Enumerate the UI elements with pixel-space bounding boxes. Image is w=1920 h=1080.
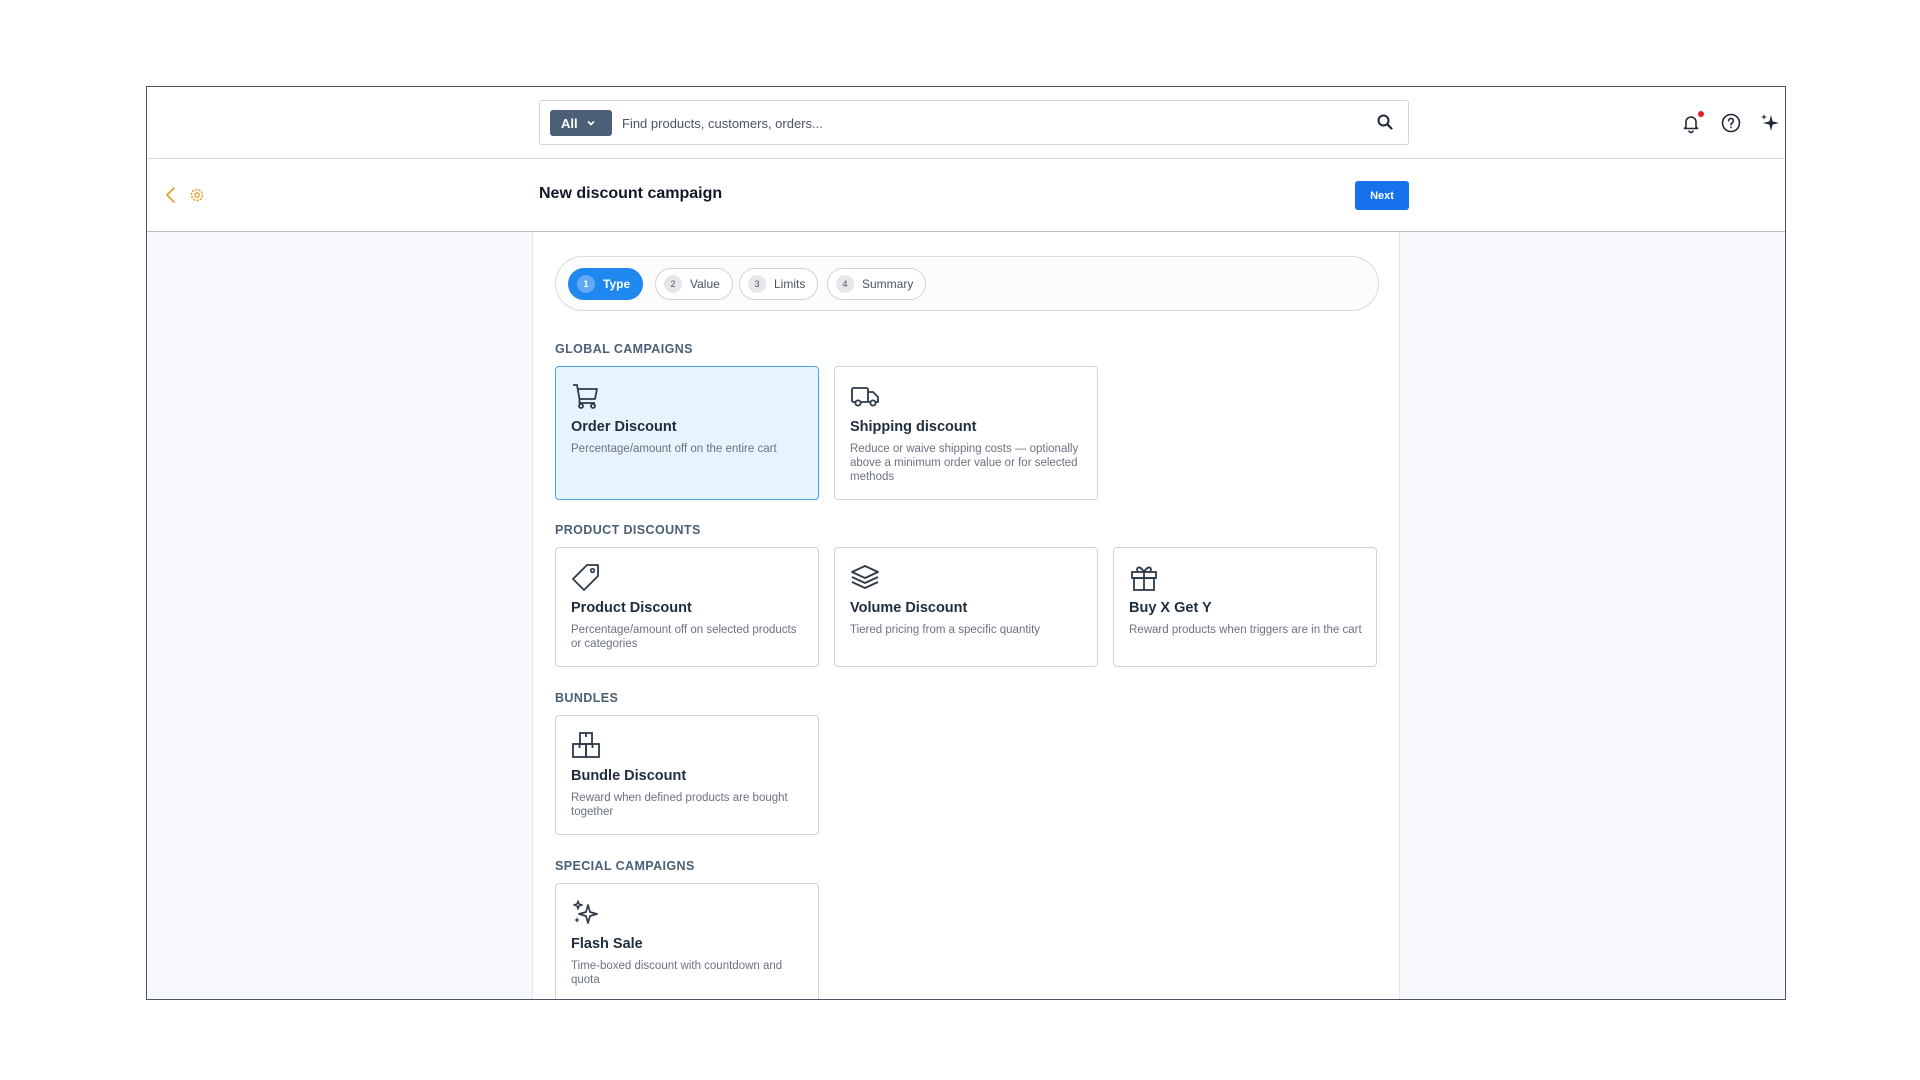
- step-label: Value: [690, 277, 720, 291]
- step-number: 3: [748, 275, 766, 293]
- search-input[interactable]: [622, 109, 1322, 137]
- card-title: Flash Sale: [571, 936, 643, 952]
- card-title: Volume Discount: [850, 600, 968, 616]
- step-number: 2: [664, 275, 682, 293]
- layers-icon: [851, 565, 879, 589]
- boxes-icon: [572, 732, 600, 758]
- cart-icon: [573, 384, 598, 409]
- card-title: Shipping discount: [850, 419, 977, 435]
- global-search: All: [539, 100, 1409, 145]
- search-icon[interactable]: [1376, 113, 1394, 131]
- step-limits[interactable]: 3 Limits: [739, 268, 819, 300]
- notification-badge: [1698, 111, 1704, 117]
- section-global-campaigns: GLOBAL CAMPAIGNS: [555, 342, 693, 356]
- gift-icon: [1131, 566, 1157, 591]
- ai-sparkle-icon[interactable]: [1759, 112, 1781, 134]
- search-scope-label: All: [561, 115, 578, 131]
- step-type[interactable]: 1 Type: [568, 268, 644, 300]
- card-order-discount[interactable]: Order Discount Percentage/amount off on …: [555, 366, 819, 500]
- sparkles-icon: [573, 900, 598, 924]
- card-description: Time-boxed discount with countdown and q…: [571, 960, 783, 986]
- card-bundle-discount[interactable]: Bundle Discount Reward when defined prod…: [555, 715, 819, 835]
- app-window: All Find products, customers, orders... …: [146, 86, 1786, 1000]
- step-label: Summary: [862, 277, 914, 291]
- step-number: 1: [577, 275, 595, 293]
- card-flash-sale[interactable]: Flash Sale Time-boxed discount with coun…: [555, 883, 819, 999]
- card-volume-discount[interactable]: Volume Discount Tiered pricing from a sp…: [834, 547, 1098, 667]
- card-description: Reduce or waive shipping costs — optiona…: [850, 443, 1079, 483]
- card-description: Percentage/amount off on the entire cart: [571, 443, 777, 455]
- top-bar: All: [147, 87, 1785, 159]
- page-title: New discount campaign: [539, 185, 723, 202]
- step-value[interactable]: 2 Value: [655, 268, 733, 300]
- chevron-down-icon: [587, 120, 595, 126]
- step-number: 4: [836, 275, 854, 293]
- settings-gear-icon[interactable]: [189, 187, 205, 203]
- card-description: Reward when defined products are bought …: [571, 792, 788, 818]
- card-product-discount[interactable]: Product Discount Percentage/amount off o…: [555, 547, 819, 667]
- section-special-campaigns: SPECIAL CAMPAIGNS: [555, 859, 695, 873]
- tag-icon: [572, 564, 599, 591]
- section-bundles: BUNDLES: [555, 691, 619, 705]
- section-product-discounts: PRODUCT DISCOUNTS: [555, 523, 701, 537]
- card-title: Order Discount: [571, 419, 677, 435]
- step-label: Type: [603, 277, 631, 291]
- campaign-type-panel: 1 Type 2 Value 3 Limits 4 Summary GLOBAL…: [532, 232, 1400, 999]
- next-button[interactable]: Next: [1355, 181, 1409, 210]
- back-arrow-icon[interactable]: [163, 186, 179, 204]
- step-label: Limits: [774, 277, 806, 291]
- truck-icon: [851, 387, 879, 407]
- card-title: Buy X Get Y: [1129, 600, 1212, 616]
- step-summary[interactable]: 4 Summary: [827, 268, 927, 300]
- help-icon[interactable]: [1720, 112, 1742, 134]
- page-header: New discount campaign Next: [147, 159, 1785, 232]
- card-title: Product Discount: [571, 600, 692, 616]
- card-title: Bundle Discount: [571, 768, 687, 784]
- card-description: Percentage/amount off on selected produc…: [571, 624, 797, 650]
- wizard-stepper: 1 Type 2 Value 3 Limits 4 Summary: [555, 256, 1379, 311]
- card-description: Tiered pricing from a specific quantity: [850, 624, 1041, 636]
- search-scope-dropdown[interactable]: All: [550, 110, 612, 136]
- card-shipping-discount[interactable]: Shipping discount Reduce or waive shippi…: [834, 366, 1098, 500]
- card-buy-x-get-y[interactable]: Buy X Get Y Reward products when trigger…: [1113, 547, 1377, 667]
- card-description: Reward products when triggers are in the…: [1129, 624, 1362, 636]
